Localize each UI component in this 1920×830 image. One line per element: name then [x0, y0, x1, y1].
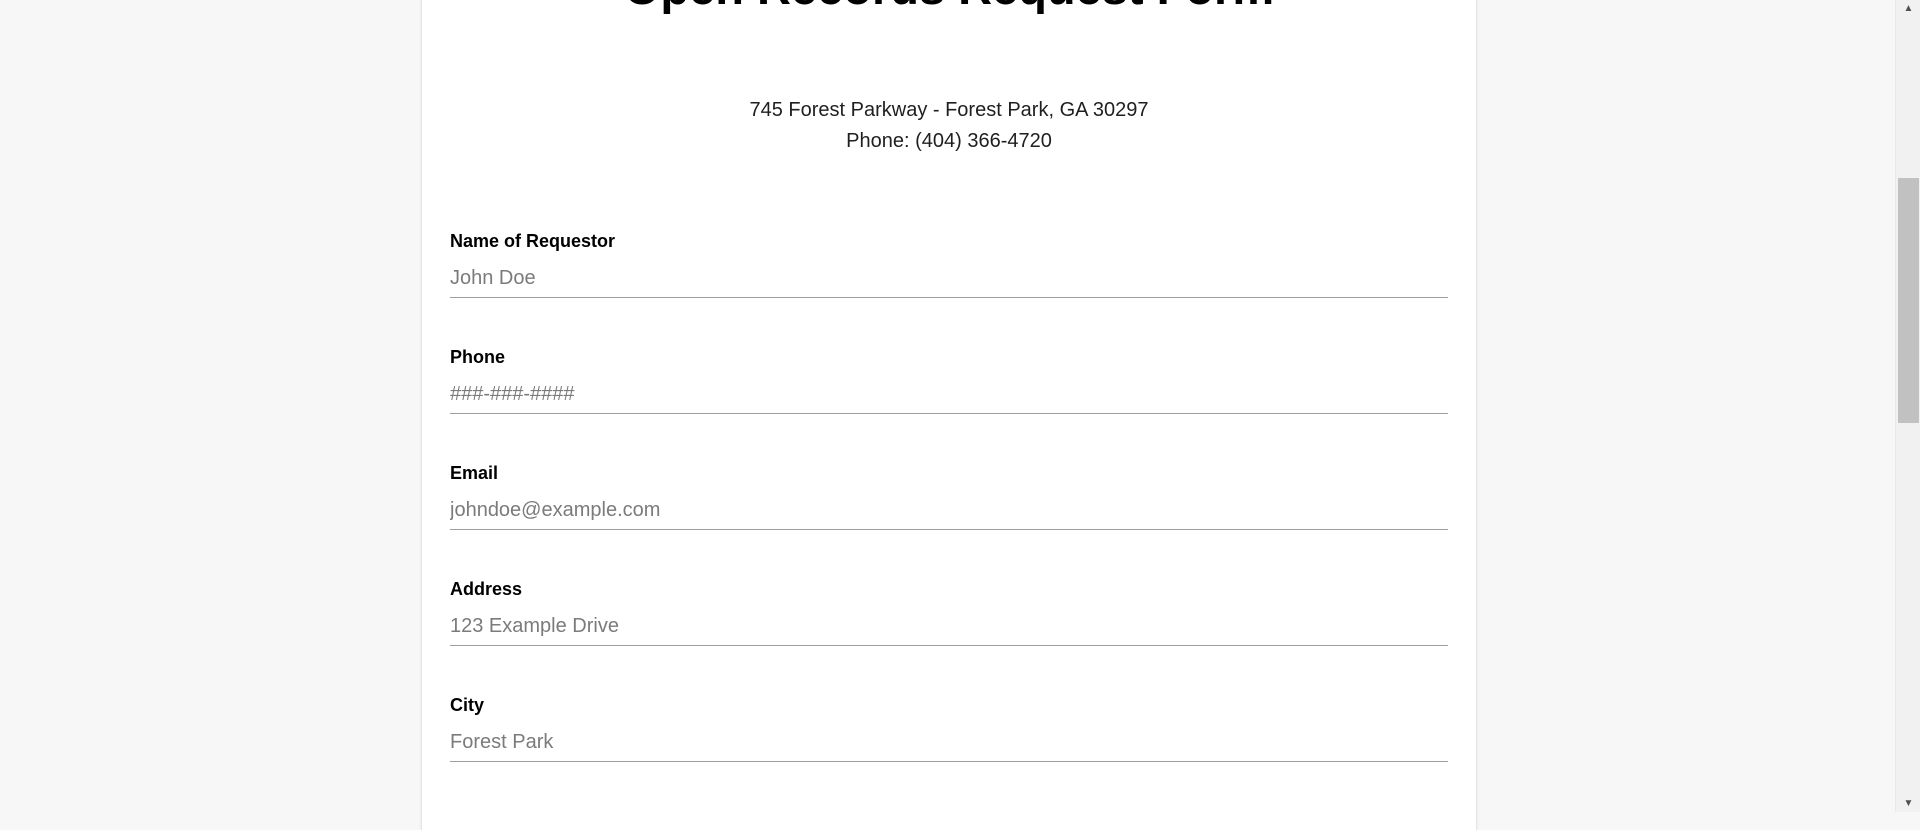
- field-email: Email: [450, 462, 1448, 530]
- page-title: Open Records Request Form: [422, 0, 1476, 11]
- office-phone: Phone: (404) 366-4720: [846, 130, 1052, 152]
- field-label: Address: [450, 579, 523, 599]
- field-label: Phone: [450, 347, 506, 367]
- phone-input[interactable]: [450, 382, 1448, 414]
- scrollbar-thumb[interactable]: [1898, 178, 1919, 423]
- scroll-up-arrow-icon[interactable]: ▲: [1896, 0, 1920, 17]
- field-name-of-requestor: Name of Requestor: [450, 230, 1448, 298]
- scroll-down-arrow-icon[interactable]: ▼: [1896, 795, 1920, 812]
- address-input[interactable]: [450, 614, 1448, 646]
- form-card: Open Records Request Form 745 Forest Par…: [421, 0, 1477, 830]
- field-city: City: [450, 694, 1448, 762]
- field-label: Name of Requestor: [450, 231, 616, 251]
- field-address: Address: [450, 578, 1448, 646]
- field-phone: Phone: [450, 346, 1448, 414]
- email-input[interactable]: [450, 498, 1448, 530]
- requestor-name-input[interactable]: [450, 266, 1448, 298]
- office-address: 745 Forest Parkway - Forest Park, GA 302…: [749, 99, 1149, 121]
- field-label: Email: [450, 463, 499, 483]
- field-label: City: [450, 695, 485, 715]
- vertical-scrollbar[interactable]: ▲ ▼: [1895, 0, 1920, 812]
- contact-info: 745 Forest Parkway - Forest Park, GA 302…: [422, 95, 1476, 157]
- city-input[interactable]: [450, 730, 1448, 762]
